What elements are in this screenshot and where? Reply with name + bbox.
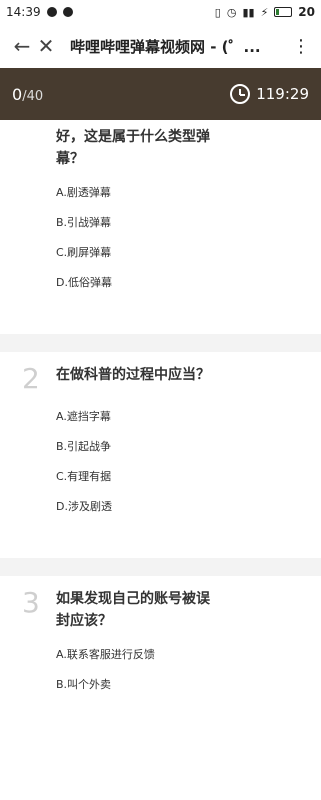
status-bar: 14:39 ▯ ◷ ▮▮ ⚡ 20: [0, 0, 321, 24]
progress: 0/40: [12, 85, 43, 104]
question-line: 如果发现自己的账号被误: [56, 591, 210, 607]
options: A.剧透弹幕 B.引战弹幕 C.刷屏弹幕 D.低俗弹幕: [56, 184, 299, 290]
progress-current: 0: [12, 84, 23, 104]
status-left: 14:39: [6, 5, 73, 19]
question-text: 好，这是属于什么类型弹 幕？: [56, 126, 210, 170]
options: A.联系客服进行反馈 B.叫个外卖: [56, 646, 299, 692]
question-line: 在做科普的过程中应当？: [56, 367, 210, 383]
menu-icon[interactable]: ⋮: [291, 36, 311, 57]
option-d[interactable]: D.涉及剧透: [56, 498, 299, 514]
status-right: ▯ ◷ ▮▮ ⚡ 20: [215, 5, 315, 19]
close-icon[interactable]: ✕: [34, 34, 58, 58]
divider: [0, 558, 321, 576]
options: A.遮挡字幕 B.引起战争 C.有理有据 D.涉及剧透: [56, 408, 299, 514]
vibrate-icon: ▯: [214, 5, 221, 19]
question-line: 封应该？: [56, 613, 112, 629]
option-b[interactable]: B.叫个外卖: [56, 676, 299, 692]
question-1: 好，这是属于什么类型弹 幕？ A.剧透弹幕 B.引战弹幕 C.刷屏弹幕 D.低俗…: [0, 120, 321, 334]
option-a[interactable]: A.联系客服进行反馈: [56, 646, 299, 662]
progress-total: /40: [22, 88, 44, 104]
question-line: 幕？: [56, 151, 84, 167]
question-text: 在做科普的过程中应当？: [56, 364, 210, 386]
option-b[interactable]: B.引战弹幕: [56, 214, 299, 230]
charging-icon: ⚡: [260, 5, 269, 19]
battery-icon: [274, 7, 293, 17]
time: 14:39: [6, 5, 41, 19]
question-text: 如果发现自己的账号被误 封应该？: [56, 588, 210, 632]
notification-icon: [46, 7, 57, 17]
page-title: 哔哩哔哩弹幕视频网 - (゜...: [70, 37, 261, 56]
option-d[interactable]: D.低俗弹幕: [56, 274, 299, 290]
question-number: 3: [22, 586, 40, 619]
message-icon: [62, 7, 73, 17]
question-number: 2: [22, 362, 40, 395]
question-2: 2 在做科普的过程中应当？ A.遮挡字幕 B.引起战争 C.有理有据 D.涉及剧…: [0, 352, 321, 558]
question-list: 好，这是属于什么类型弹 幕？ A.剧透弹幕 B.引战弹幕 C.刷屏弹幕 D.低俗…: [0, 120, 321, 736]
option-a[interactable]: A.遮挡字幕: [56, 408, 299, 424]
quiz-header: 0/40 119:29: [0, 68, 321, 120]
option-c[interactable]: C.刷屏弹幕: [56, 244, 299, 260]
alarm-icon: ◷: [226, 5, 237, 19]
back-icon[interactable]: ←: [10, 34, 34, 58]
question-3: 3 如果发现自己的账号被误 封应该？ A.联系客服进行反馈 B.叫个外卖: [0, 576, 321, 736]
timer-value: 119:29: [256, 85, 309, 103]
option-b[interactable]: B.引起战争: [56, 438, 299, 454]
timer: 119:29: [230, 84, 309, 104]
alarm-clock-icon: [230, 84, 251, 104]
question-line: 好，这是属于什么类型弹: [56, 129, 210, 145]
battery-level: 20: [298, 5, 315, 19]
browser-bar: ← ✕ 哔哩哔哩弹幕视频网 - (゜... ⋮: [0, 24, 321, 68]
option-c[interactable]: C.有理有据: [56, 468, 299, 484]
option-a[interactable]: A.剧透弹幕: [56, 184, 299, 200]
signal-icon: ▮▮: [242, 5, 255, 19]
divider: [0, 334, 321, 352]
